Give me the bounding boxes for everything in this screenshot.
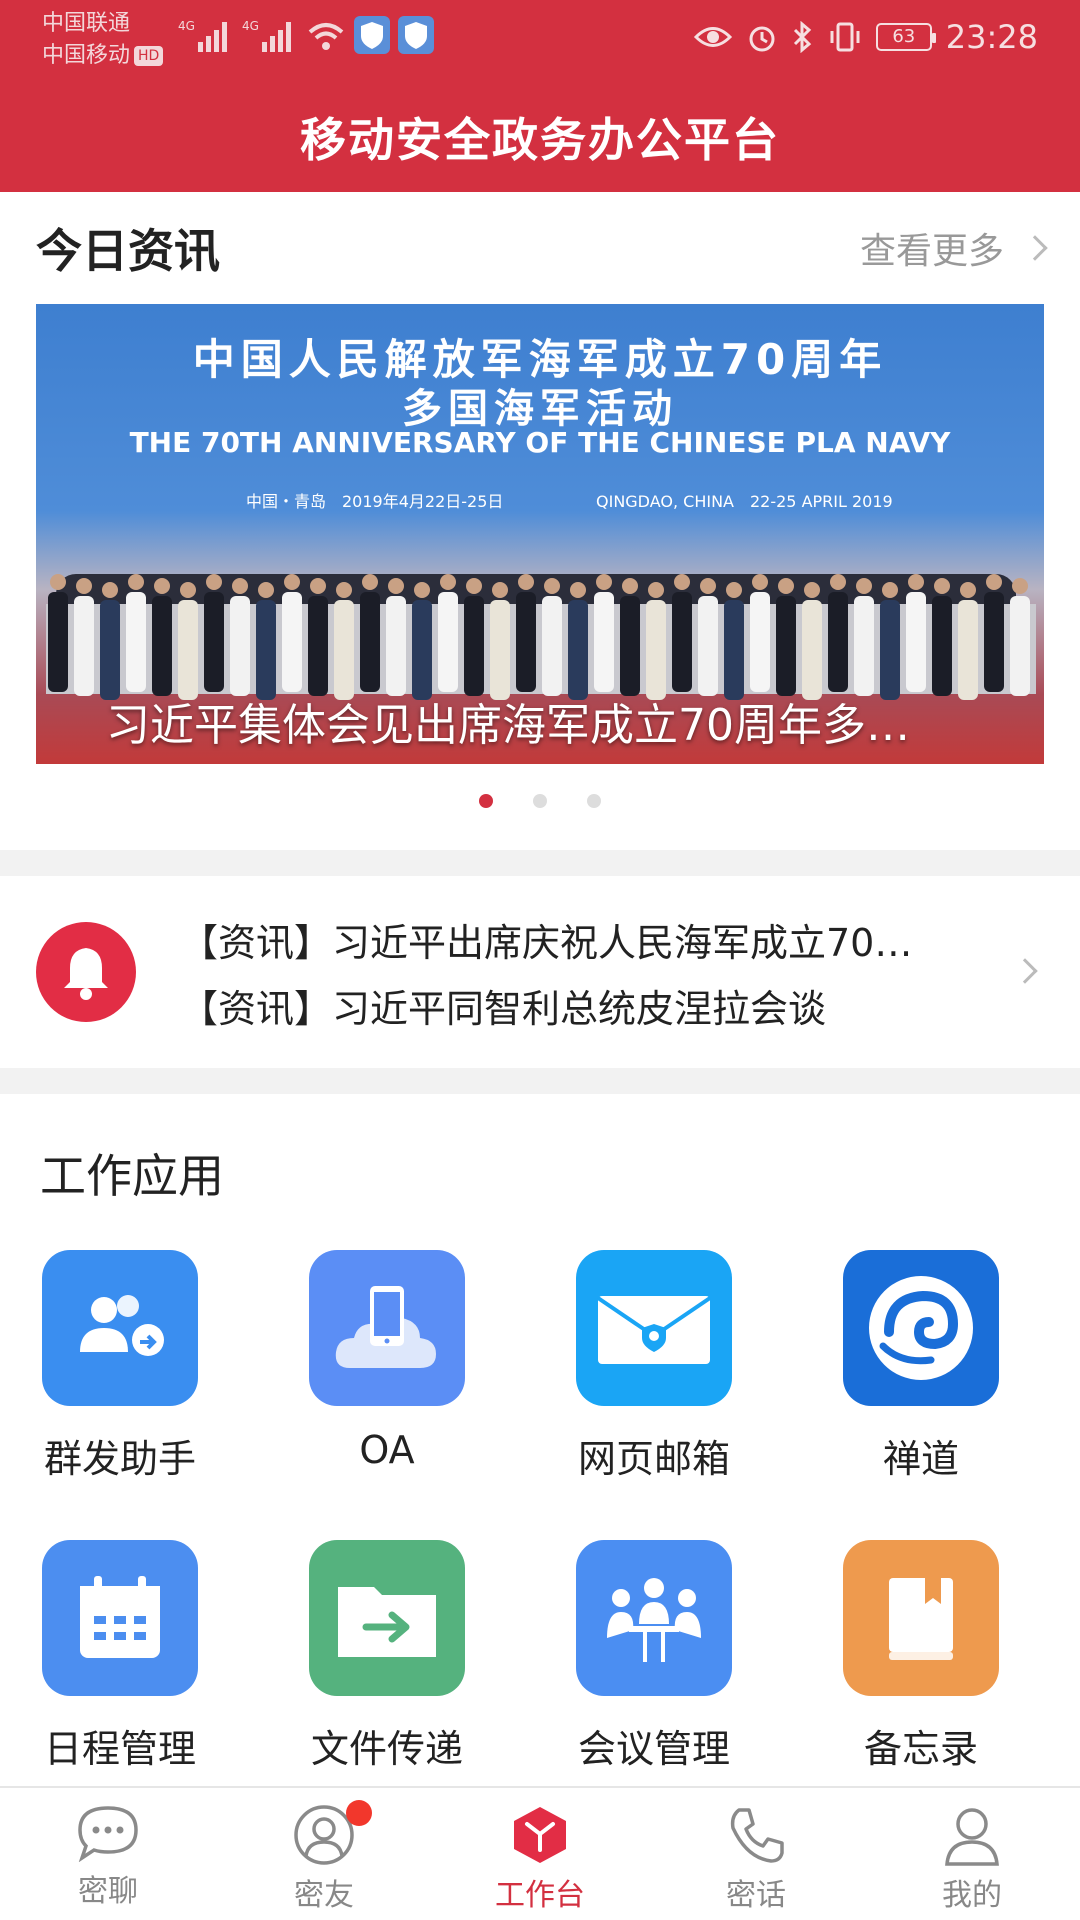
profile-icon: [945, 1808, 999, 1866]
zentao-swirl-icon: [843, 1250, 999, 1406]
app-calendar[interactable]: 日程管理: [20, 1540, 220, 1773]
carousel-indicator: [0, 794, 1080, 808]
calendar-icon: [42, 1540, 198, 1696]
app-file-transfer[interactable]: 文件传递: [287, 1540, 487, 1773]
status-right: 63 23:28: [693, 14, 1038, 60]
signal-1-icon: 4G: [178, 18, 234, 54]
banner-date-en: QINGDAO, CHINA 22-25 APRIL 2019: [596, 492, 893, 511]
tab-label: 工作台: [495, 1878, 585, 1913]
app-label: 网页邮箱: [577, 1437, 730, 1481]
notice-bar[interactable]: 【资讯】习近平出席庆祝人民海军成立70… 【资讯】习近平同智利总统皮涅拉会谈: [0, 876, 1080, 1068]
sns-shield-icon: [398, 16, 434, 54]
app-oa[interactable]: OA: [287, 1250, 487, 1472]
app-label: 备忘录: [863, 1727, 978, 1771]
banner-english: THE 70TH ANNIVERSARY OF THE CHINESE PLA …: [129, 426, 951, 459]
app-label: 禅道: [882, 1437, 959, 1481]
news-header: 今日资讯 查看更多: [36, 208, 1048, 288]
tab-phone[interactable]: 密话: [648, 1788, 864, 1920]
oa-phone-cloud-icon: [309, 1250, 465, 1406]
bell-icon: [36, 922, 136, 1022]
app-web-mail[interactable]: 网页邮箱: [554, 1250, 754, 1483]
bluetooth-icon: [793, 21, 811, 53]
net-2: 4G: [242, 19, 259, 33]
tab-label: 我的: [942, 1878, 1002, 1913]
phone-icon: [730, 1808, 784, 1863]
tab-profile[interactable]: 我的: [864, 1788, 1080, 1920]
group-send-icon: [42, 1250, 198, 1406]
app-label: 文件传递: [310, 1727, 463, 1771]
app-meeting[interactable]: 会议管理: [554, 1540, 754, 1773]
carrier-1: 中国联通: [42, 11, 131, 36]
banner-date-cn: 中国・青岛 2019年4月22日-25日: [246, 492, 504, 511]
app-header: 中国联通 中国移动 HD 4G 4G 63 23:28 移动安全政务办公平台: [0, 0, 1080, 192]
section-divider: [0, 850, 1080, 876]
bottom-tab-bar: 密聊 密友 工作台 密话 我的: [0, 1786, 1080, 1920]
news-banner[interactable]: 中国人民解放军海军成立70周年 多国海军活动 THE 70TH ANNIVERS…: [36, 304, 1044, 764]
sns-shield-icon: [354, 16, 390, 54]
carrier-info: 中国联通 中国移动 HD: [42, 8, 164, 72]
app-label: 日程管理: [43, 1727, 196, 1771]
banner-caption: 习近平集体会见出席海军成立70周年多…: [106, 700, 910, 751]
tab-label: 密话: [726, 1878, 786, 1913]
chevron-right-icon: [1012, 958, 1038, 984]
workbench-cube-icon: [514, 1807, 566, 1863]
alarm-icon: [749, 26, 775, 52]
page-title: 移动安全政务办公平台: [300, 113, 780, 167]
carousel-dot[interactable]: [533, 794, 547, 808]
tab-contacts[interactable]: 密友: [216, 1788, 432, 1920]
app-memo[interactable]: 备忘录: [821, 1540, 1021, 1773]
app-label: OA: [359, 1428, 415, 1472]
chevron-right-icon: [1022, 235, 1048, 261]
vibrate-icon: [830, 22, 860, 52]
carousel-dot[interactable]: [587, 794, 601, 808]
notice-item[interactable]: 【资讯】习近平同智利总统皮涅拉会谈: [180, 976, 912, 1042]
app-group-send[interactable]: 群发助手: [20, 1250, 220, 1483]
net-1: 4G: [178, 19, 195, 33]
view-more-label: 查看更多: [859, 231, 1004, 272]
hd-badge: HD: [134, 46, 164, 66]
web-mail-icon: [576, 1250, 732, 1406]
group-photo: [46, 574, 1036, 700]
unread-badge: [346, 1800, 372, 1826]
tab-chat[interactable]: 密聊: [0, 1788, 216, 1920]
clock: 23:28: [945, 18, 1038, 56]
wifi-icon: [306, 18, 346, 54]
folder-transfer-icon: [309, 1540, 465, 1696]
apps-title: 工作应用: [40, 1149, 224, 1203]
notice-list: 【资讯】习近平出席庆祝人民海军成立70… 【资讯】习近平同智利总统皮涅拉会谈: [180, 910, 912, 1042]
app-label: 群发助手: [43, 1437, 196, 1481]
memo-book-icon: [843, 1540, 999, 1696]
battery-icon: 63: [875, 23, 936, 51]
chat-bubble-icon: [78, 1806, 138, 1862]
app-zentao[interactable]: 禅道: [821, 1250, 1021, 1483]
tab-workbench[interactable]: 工作台: [432, 1788, 648, 1920]
carousel-dot[interactable]: [479, 794, 493, 808]
news-title: 今日资讯: [36, 224, 220, 278]
carrier-2: 中国移动: [42, 43, 131, 68]
eye-icon: [693, 27, 732, 47]
notice-item[interactable]: 【资讯】习近平出席庆祝人民海军成立70…: [180, 910, 912, 976]
app-label: 会议管理: [577, 1727, 730, 1771]
section-divider: [0, 1068, 1080, 1094]
tab-label: 密聊: [78, 1874, 138, 1909]
tab-label: 密友: [294, 1878, 354, 1913]
view-more-link[interactable]: 查看更多: [859, 222, 1048, 274]
meeting-icon: [576, 1540, 732, 1696]
signal-2-icon: 4G: [242, 18, 298, 54]
